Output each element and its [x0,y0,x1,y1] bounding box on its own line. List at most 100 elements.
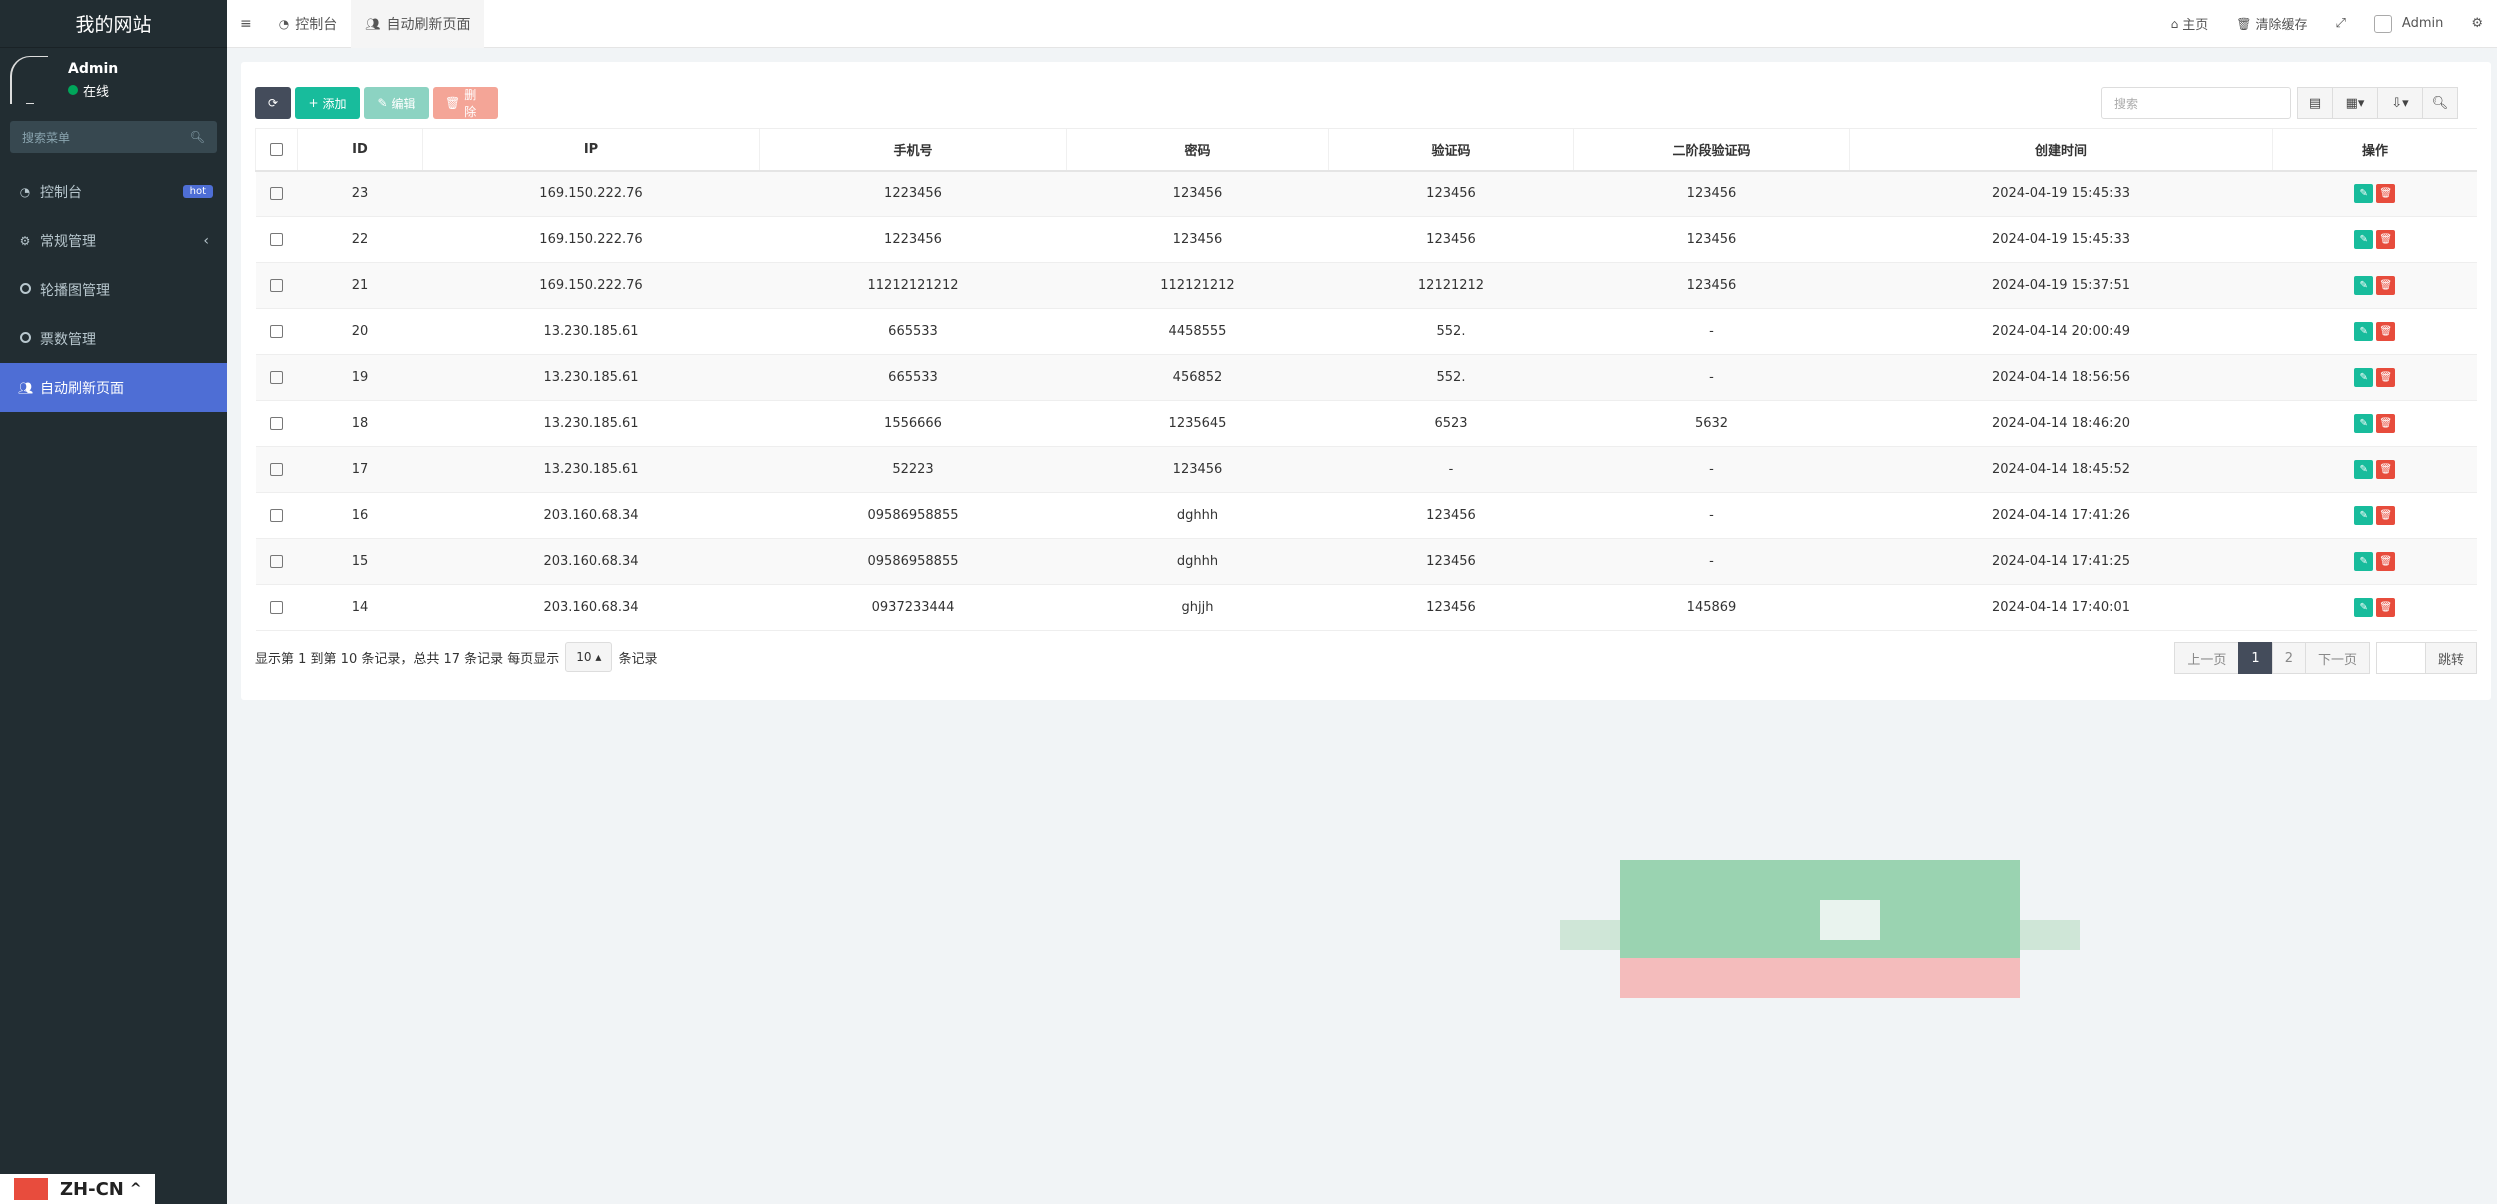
cell-2fa-code: 123456 [1573,262,1850,309]
dashboard-icon: ◔ [278,16,290,31]
table-search-input[interactable]: 搜索 [2101,87,2291,119]
sidebar-item-general[interactable]: ⚙ 常规管理 ‹ [0,216,227,265]
select-all-checkbox[interactable] [255,128,298,172]
row-checkbox[interactable] [255,262,298,309]
table-row[interactable]: 19 13.230.185.61 665533 456852 552. -2024-04-… [255,354,2477,401]
page-size-select[interactable]: 10 ▴ [565,642,613,672]
col-header-ip[interactable]: IP [422,128,760,172]
sidebar-item-dashboard[interactable]: ◔ 控制台 hot [0,167,227,216]
col-header-password[interactable]: 密码 [1066,128,1329,172]
delete-row-button[interactable]: 🗑︎ [2376,506,2396,525]
menu-search-input[interactable]: 搜索菜单 🔍︎ [10,121,217,153]
cell-code: 123456 [1328,216,1574,263]
table-row[interactable]: 18 13.230.185.61 1556666 1235645 6523 5632 202… [255,400,2477,447]
cell-id: 15 [297,538,423,585]
row-checkbox[interactable] [255,354,298,401]
menu-toggle-icon[interactable]: ≡ [227,0,265,48]
delete-button[interactable]: 🗑︎ 删除 [433,87,498,119]
edit-row-button[interactable]: ✎ [2354,552,2374,571]
edit-row-button[interactable]: ✎ [2354,368,2374,387]
delete-row-button[interactable]: 🗑︎ [2376,460,2396,479]
settings-icon[interactable]: ⚙ [2457,16,2497,31]
page-2-button[interactable]: 2 [2271,642,2306,674]
language-switcher[interactable]: ZH-CN ^ [0,1174,155,1204]
sidebar-menu: ◔ 控制台 hot ⚙ 常规管理 ‹ 轮播图管理 票数管理 👥︎ 自动刷新页面 [0,167,227,412]
cell-created: 2024-04-14 18:56:56 [1849,354,2273,401]
col-header-2fa-code[interactable]: 二阶段验证码 [1573,128,1850,172]
cell-2fa-code: - [1573,354,1850,401]
col-header-created[interactable]: 创建时间 [1849,128,2273,172]
delete-row-button[interactable]: 🗑︎ [2376,552,2396,571]
tab-dashboard[interactable]: ◔ 控制台 [265,0,351,48]
row-checkbox[interactable] [255,446,298,493]
page-1-button[interactable]: 1 [2238,642,2273,674]
jump-button[interactable]: 跳转 [2424,642,2477,674]
delete-label: 删除 [464,88,477,119]
edit-row-button[interactable]: ✎ [2354,414,2374,433]
table-row[interactable]: 15 203.160.68.34 09586958855 dghhh 123456-20… [255,538,2477,585]
home-link[interactable]: ⌂ 主页 [2157,14,2223,34]
tab-auto-refresh[interactable]: 👥︎ 自动刷新页面 [351,0,485,48]
delete-row-button[interactable]: 🗑︎ [2376,414,2396,433]
refresh-button[interactable]: ⟳ [255,87,291,119]
sidebar-item-votes[interactable]: 票数管理 [0,314,227,363]
site-brand[interactable]: 我的网站 [0,0,227,48]
add-button[interactable]: + 添加 [295,87,360,119]
search-icon[interactable]: 🔍︎ [190,130,205,144]
delete-row-button[interactable]: 🗑︎ [2376,276,2396,295]
cell-code: - [1328,446,1574,493]
col-header-actions: 操作 [2272,128,2477,172]
columns-icon[interactable]: ▦▾ [2332,87,2378,119]
fullscreen-icon[interactable]: ⤢ [2322,16,2360,31]
cell-password: 123456 [1066,170,1329,217]
delete-row-button[interactable]: 🗑︎ [2376,322,2396,341]
table-row[interactable]: 23 169.150.222.76 1223456 123456 123456 12345… [255,170,2477,217]
toggle-view-icon[interactable]: ▤ [2297,87,2333,119]
edit-row-button[interactable]: ✎ [2354,230,2374,249]
sidebar-item-carousel[interactable]: 轮播图管理 [0,265,227,314]
content-panel: ⟳ + 添加 ✎ 编辑 🗑︎ 删除 搜索 ▤ ▦▾ ⇩▾ 🔍︎ ID IP 手机号 密… [241,62,2491,700]
edit-row-button[interactable]: ✎ [2354,184,2374,204]
edit-row-button[interactable]: ✎ [2354,276,2374,295]
cell-code: 552. [1328,354,1574,401]
delete-row-button[interactable]: 🗑︎ [2376,368,2396,387]
edit-row-button[interactable]: ✎ [2354,506,2374,525]
export-icon[interactable]: ⇩▾ [2377,87,2423,119]
jump-page-input[interactable] [2375,642,2426,674]
delete-row-button[interactable]: 🗑︎ [2376,598,2396,617]
row-checkbox[interactable] [255,492,298,539]
search-icon[interactable]: 🔍︎ [2422,87,2458,119]
table-row[interactable]: 22 169.150.222.76 1223456 123456 123456 12345… [255,216,2477,263]
row-checkbox[interactable] [255,538,298,585]
cell-created: 2024-04-19 15:37:51 [1849,262,2273,309]
col-header-code[interactable]: 验证码 [1328,128,1574,172]
row-checkbox[interactable] [255,584,298,631]
edit-row-button[interactable]: ✎ [2354,322,2374,341]
edit-row-button[interactable]: ✎ [2354,460,2374,479]
col-header-id[interactable]: ID [297,128,423,172]
row-actions: ✎ 🗑︎ [2272,354,2477,401]
table-row[interactable]: 14 203.160.68.34 0937233444 ghjjh 123456 1458… [255,584,2477,631]
table-row[interactable]: 21 169.150.222.76 11212121212 112121212 1212… [255,262,2477,309]
menu-search-placeholder: 搜索菜单 [22,130,71,145]
user-name: Admin [68,60,119,77]
user-status-label: 在线 [83,84,110,100]
edit-row-button[interactable]: ✎ [2354,598,2374,617]
prev-page-button[interactable]: 上一页 [2174,642,2240,674]
row-checkbox[interactable] [255,400,298,447]
user-menu[interactable]: Admin [2360,14,2457,33]
row-checkbox[interactable] [255,216,298,263]
row-checkbox[interactable] [255,170,298,217]
row-checkbox[interactable] [255,308,298,355]
table-row[interactable]: 17 13.230.185.61 52223 123456- -2024-04-14 1… [255,446,2477,493]
edit-button[interactable]: ✎ 编辑 [364,87,429,119]
table-row[interactable]: 20 13.230.185.61 665533 4458555 552. -2024-04… [255,308,2477,355]
clear-cache-button[interactable]: 🗑︎ 清除缓存 [2222,14,2321,34]
delete-row-button[interactable]: 🗑︎ [2376,184,2396,204]
tab-label: 自动刷新页面 [386,16,471,33]
table-row[interactable]: 16 203.160.68.34 09586958855 dghhh 123456-20… [255,492,2477,539]
sidebar-item-auto-refresh[interactable]: 👥︎ 自动刷新页面 [0,363,227,412]
next-page-button[interactable]: 下一页 [2304,642,2370,674]
col-header-phone[interactable]: 手机号 [759,128,1067,172]
delete-row-button[interactable]: 🗑︎ [2376,230,2396,249]
